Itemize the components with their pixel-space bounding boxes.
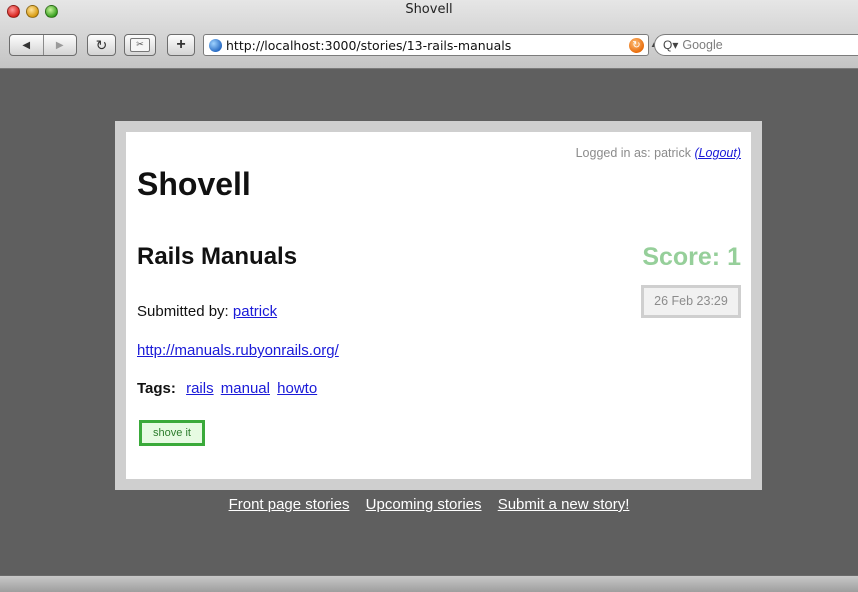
back-button[interactable]: ◀ xyxy=(10,35,43,55)
snapback-button[interactable]: ✂ xyxy=(124,34,156,56)
shove-it-button[interactable]: shove it xyxy=(139,420,205,446)
rss-icon[interactable]: ↻ xyxy=(629,38,644,53)
upcoming-link[interactable]: Upcoming stories xyxy=(366,496,482,513)
status-bar xyxy=(0,575,858,592)
add-bookmark-button[interactable]: + xyxy=(167,34,195,56)
address-url: http://localhost:3000/stories/13-rails-m… xyxy=(226,37,512,53)
forward-icon: ▶ xyxy=(55,39,64,51)
forward-button[interactable]: ▶ xyxy=(42,35,77,55)
login-status: Logged in as: patrick (Logout) xyxy=(576,146,741,160)
submitted-label: Submitted by: xyxy=(137,303,229,320)
reload-button[interactable]: ↻ xyxy=(87,34,116,56)
reload-icon: ↻ xyxy=(95,36,108,53)
footer-nav: Front page stories Upcoming stories Subm… xyxy=(0,496,858,513)
scissors-icon: ✂ xyxy=(130,38,150,52)
tag-link[interactable]: manual xyxy=(221,380,270,397)
search-field[interactable]: Q▾ Google xyxy=(654,34,858,56)
tags-line: Tags: rails manual howto xyxy=(137,380,320,397)
tags-label: Tags: xyxy=(137,380,176,397)
login-text: Logged in as: patrick xyxy=(575,146,691,160)
logout-link[interactable]: (Logout) xyxy=(694,146,741,160)
content-panel: Logged in as: patrick (Logout) Shovell R… xyxy=(126,132,751,479)
story-url-line: http://manuals.rubyonrails.org/ xyxy=(137,342,339,359)
browser-toolbar: ◀ ▶ ↻ ✂ + http://localhost:3000/stories/… xyxy=(0,34,858,58)
plus-icon: + xyxy=(176,36,186,53)
globe-icon xyxy=(209,38,222,52)
story-title: Rails Manuals xyxy=(137,243,298,270)
front-page-link[interactable]: Front page stories xyxy=(229,496,350,513)
tag-link[interactable]: rails xyxy=(186,380,214,397)
tag-link[interactable]: howto xyxy=(277,380,317,397)
story-date: 26 Feb 23:29 xyxy=(641,285,741,318)
submitter-link[interactable]: patrick xyxy=(233,303,277,320)
site-title: Shovell xyxy=(137,166,251,202)
submitted-by-line: Submitted by: patrick xyxy=(137,303,277,320)
back-icon: ◀ xyxy=(22,39,31,51)
story-score: Score: 1 xyxy=(642,243,741,271)
content-frame: Logged in as: patrick (Logout) Shovell R… xyxy=(115,121,762,490)
browser-chrome: Shovell ◀ ▶ ↻ ✂ + http://localhost:3000/… xyxy=(0,0,858,69)
story-url-link[interactable]: http://manuals.rubyonrails.org/ xyxy=(137,342,339,359)
search-icon[interactable]: Q▾ xyxy=(663,38,678,52)
address-bar[interactable]: http://localhost:3000/stories/13-rails-m… xyxy=(203,34,649,56)
search-placeholder: Google xyxy=(682,38,723,52)
submit-story-link[interactable]: Submit a new story! xyxy=(498,496,630,513)
nav-button-group: ◀ ▶ xyxy=(9,34,77,56)
window-title: Shovell xyxy=(405,2,453,17)
